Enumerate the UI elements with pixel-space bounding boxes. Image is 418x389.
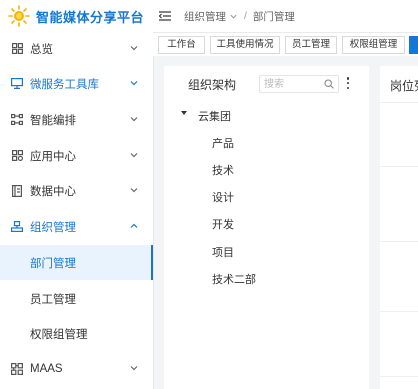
tab-permission-group[interactable]: 权限组管理 xyxy=(342,36,405,54)
tab-bar: 工作台 工具使用情况 员工管理 权限组管理 xyxy=(153,33,418,56)
tree-node-child[interactable]: 产品 xyxy=(212,135,234,151)
row-divider xyxy=(380,376,418,377)
tab-tool-usage[interactable]: 工具使用情况 xyxy=(210,36,280,54)
chevron-down-icon xyxy=(130,117,138,122)
menu-label: 微服务工具库 xyxy=(30,78,99,91)
submenu-label: 权限组管理 xyxy=(30,328,88,341)
collapse-menu-icon[interactable] xyxy=(159,10,171,22)
submenu-item-department[interactable]: 部门管理 xyxy=(0,245,153,280)
flow-icon xyxy=(10,113,24,127)
maas-icon xyxy=(10,362,24,376)
breadcrumb-current: 部门管理 xyxy=(252,10,295,23)
position-list-panel: 岗位列 xyxy=(380,66,418,389)
app-title: 智能媒体分享平台 xyxy=(36,9,145,25)
tree-expand-icon[interactable] xyxy=(181,111,187,115)
tree-node-child[interactable]: 开发 xyxy=(212,216,234,232)
row-divider xyxy=(380,241,418,242)
tree-node-root[interactable]: 云集团 xyxy=(198,108,231,124)
menu-label: 应用中心 xyxy=(30,150,76,163)
chevron-down-icon xyxy=(130,81,138,86)
tree-node-child[interactable]: 技术二部 xyxy=(212,271,256,287)
menu-item-app-center[interactable]: 应用中心 xyxy=(0,138,153,173)
menu-item-overview[interactable]: 总览 xyxy=(0,31,153,66)
submenu-label: 员工管理 xyxy=(30,293,76,306)
menu-item-orchestration[interactable]: 智能编排 xyxy=(0,102,153,137)
breadcrumb-parent[interactable]: 组织管理 xyxy=(184,9,226,24)
chevron-down-icon xyxy=(130,188,138,193)
app-logo[interactable]: 智能媒体分享平台 xyxy=(0,0,153,32)
menu-label: 数据中心 xyxy=(30,185,76,198)
menu-item-data-center[interactable]: 数据中心 xyxy=(0,173,153,208)
tree-node-child[interactable]: 设计 xyxy=(212,189,234,205)
top-bar: 组织管理 / 部门管理 xyxy=(153,0,418,33)
search-icon[interactable] xyxy=(324,79,334,89)
monitor-icon xyxy=(10,77,24,91)
chevron-down-icon xyxy=(130,46,138,51)
submenu-label: 部门管理 xyxy=(30,257,76,270)
submenu-item-permission-group[interactable]: 权限组管理 xyxy=(0,316,153,351)
chevron-down-icon xyxy=(230,14,237,19)
tab-workbench[interactable]: 工作台 xyxy=(158,36,205,54)
apps-icon xyxy=(10,149,24,163)
row-divider xyxy=(380,311,418,312)
chevron-down-icon xyxy=(130,366,138,371)
chevron-down-icon xyxy=(130,153,138,158)
menu-label: 总览 xyxy=(30,43,53,56)
menu-label: 组织管理 xyxy=(30,221,76,234)
menu-item-maas[interactable]: MAAS xyxy=(0,351,153,386)
chevron-up-icon xyxy=(130,223,138,228)
submenu-item-employee[interactable]: 员工管理 xyxy=(0,281,153,316)
menu-item-org-management[interactable]: 组织管理 xyxy=(0,209,153,244)
search-input[interactable] xyxy=(264,77,322,92)
breadcrumb-separator: / xyxy=(244,10,247,22)
row-divider xyxy=(380,166,418,167)
tab-active-department[interactable] xyxy=(409,36,418,54)
row-divider xyxy=(380,102,418,103)
tree-node-child[interactable]: 技术 xyxy=(212,162,234,178)
menu-label: MAAS xyxy=(30,362,63,375)
tab-employee-management[interactable]: 员工管理 xyxy=(285,36,337,54)
org-structure-panel: 组织架构 云集团 产品 技术 设计 开发 项目 技术二部 xyxy=(164,66,369,389)
more-options-icon[interactable] xyxy=(345,76,351,90)
sun-logo-icon xyxy=(8,5,30,27)
tree-node-child[interactable]: 项目 xyxy=(212,244,234,260)
org-icon xyxy=(10,220,24,234)
panel-title: 组织架构 xyxy=(188,78,237,92)
sidebar: 智能媒体分享平台 总览 微服务工具库 智能编排 应用中心 数据中心 组织管理 部… xyxy=(0,0,154,389)
breadcrumb: 组织管理 / 部门管理 xyxy=(184,9,295,24)
menu-label: 智能编排 xyxy=(30,114,76,127)
grid-icon xyxy=(10,42,24,56)
data-icon xyxy=(10,184,24,198)
search-box[interactable] xyxy=(259,75,339,93)
panel-title: 岗位列 xyxy=(390,79,418,93)
menu-item-microservice[interactable]: 微服务工具库 xyxy=(0,66,153,101)
